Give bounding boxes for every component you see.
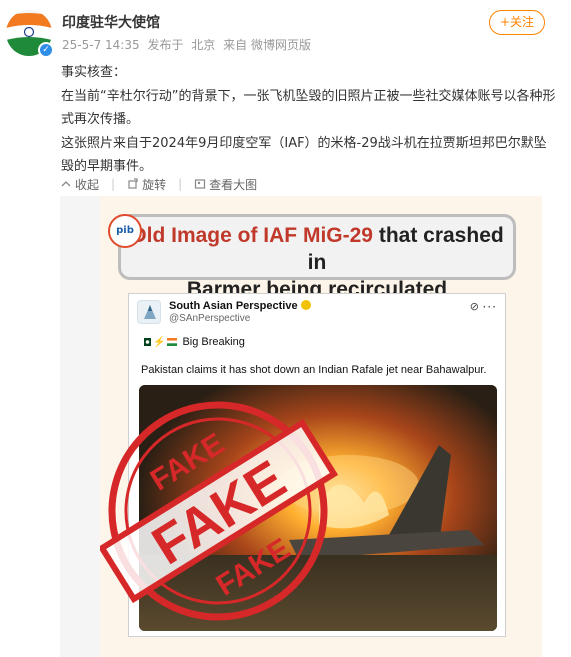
collapse-button[interactable]: 收起 [60,176,99,193]
post-meta: 25-5-7 14:35 发布于 北京 来自 微博网页版 [62,36,315,53]
rotate-label: 旋转 [142,177,167,192]
post-paragraph: 事实核查： [61,65,127,80]
avatar[interactable]: ✓ [6,10,54,58]
post-location: 北京 [191,38,216,52]
view-large-icon [195,179,206,189]
post-paragraph: 在当前“辛杜尔行动”的背景下，一张飞机坠毁的旧照片正被一些社交媒体账号以各种形式… [61,88,556,128]
username[interactable]: 印度驻华大使馆 [62,12,160,32]
post-source-prefix: 发布于 [147,38,184,52]
follow-button[interactable]: +关注 [489,10,545,35]
post-paragraph: 这张照片来自于2024年9月印度空军（IAF）的米格-29战斗机在拉贾斯坦邦巴尔… [61,135,547,175]
post-date[interactable]: 25-5-7 14:35 [62,38,140,52]
image-actions: 收起 | 旋转 | 查看大图 [60,174,257,194]
post-image[interactable]: Old Image of IAF MiG-29 that crashed in … [60,196,542,657]
post-text: 事实核查： 在当前“辛杜尔行动”的背景下，一张飞机坠毁的旧照片正被一些社交媒体账… [61,61,557,179]
collapse-icon [61,181,71,187]
rotate-icon [128,178,138,189]
fact-check-infographic: Old Image of IAF MiG-29 that crashed in … [100,196,542,657]
collapse-label: 收起 [75,177,100,192]
fake-stamp-icon: FAKE FAKE FAKE [100,401,339,621]
rotate-button[interactable]: 旋转 [127,176,166,193]
view-large-label: 查看大图 [209,177,258,192]
verified-badge-icon: ✓ [38,42,54,58]
divider: | [111,177,116,191]
post-via: 来自 微博网页版 [223,38,311,52]
post-header: ✓ 印度驻华大使馆 25-5-7 14:35 发布于 北京 来自 微博网页版 +… [0,0,571,60]
view-large-button[interactable]: 查看大图 [194,176,257,193]
divider: | [178,177,183,191]
